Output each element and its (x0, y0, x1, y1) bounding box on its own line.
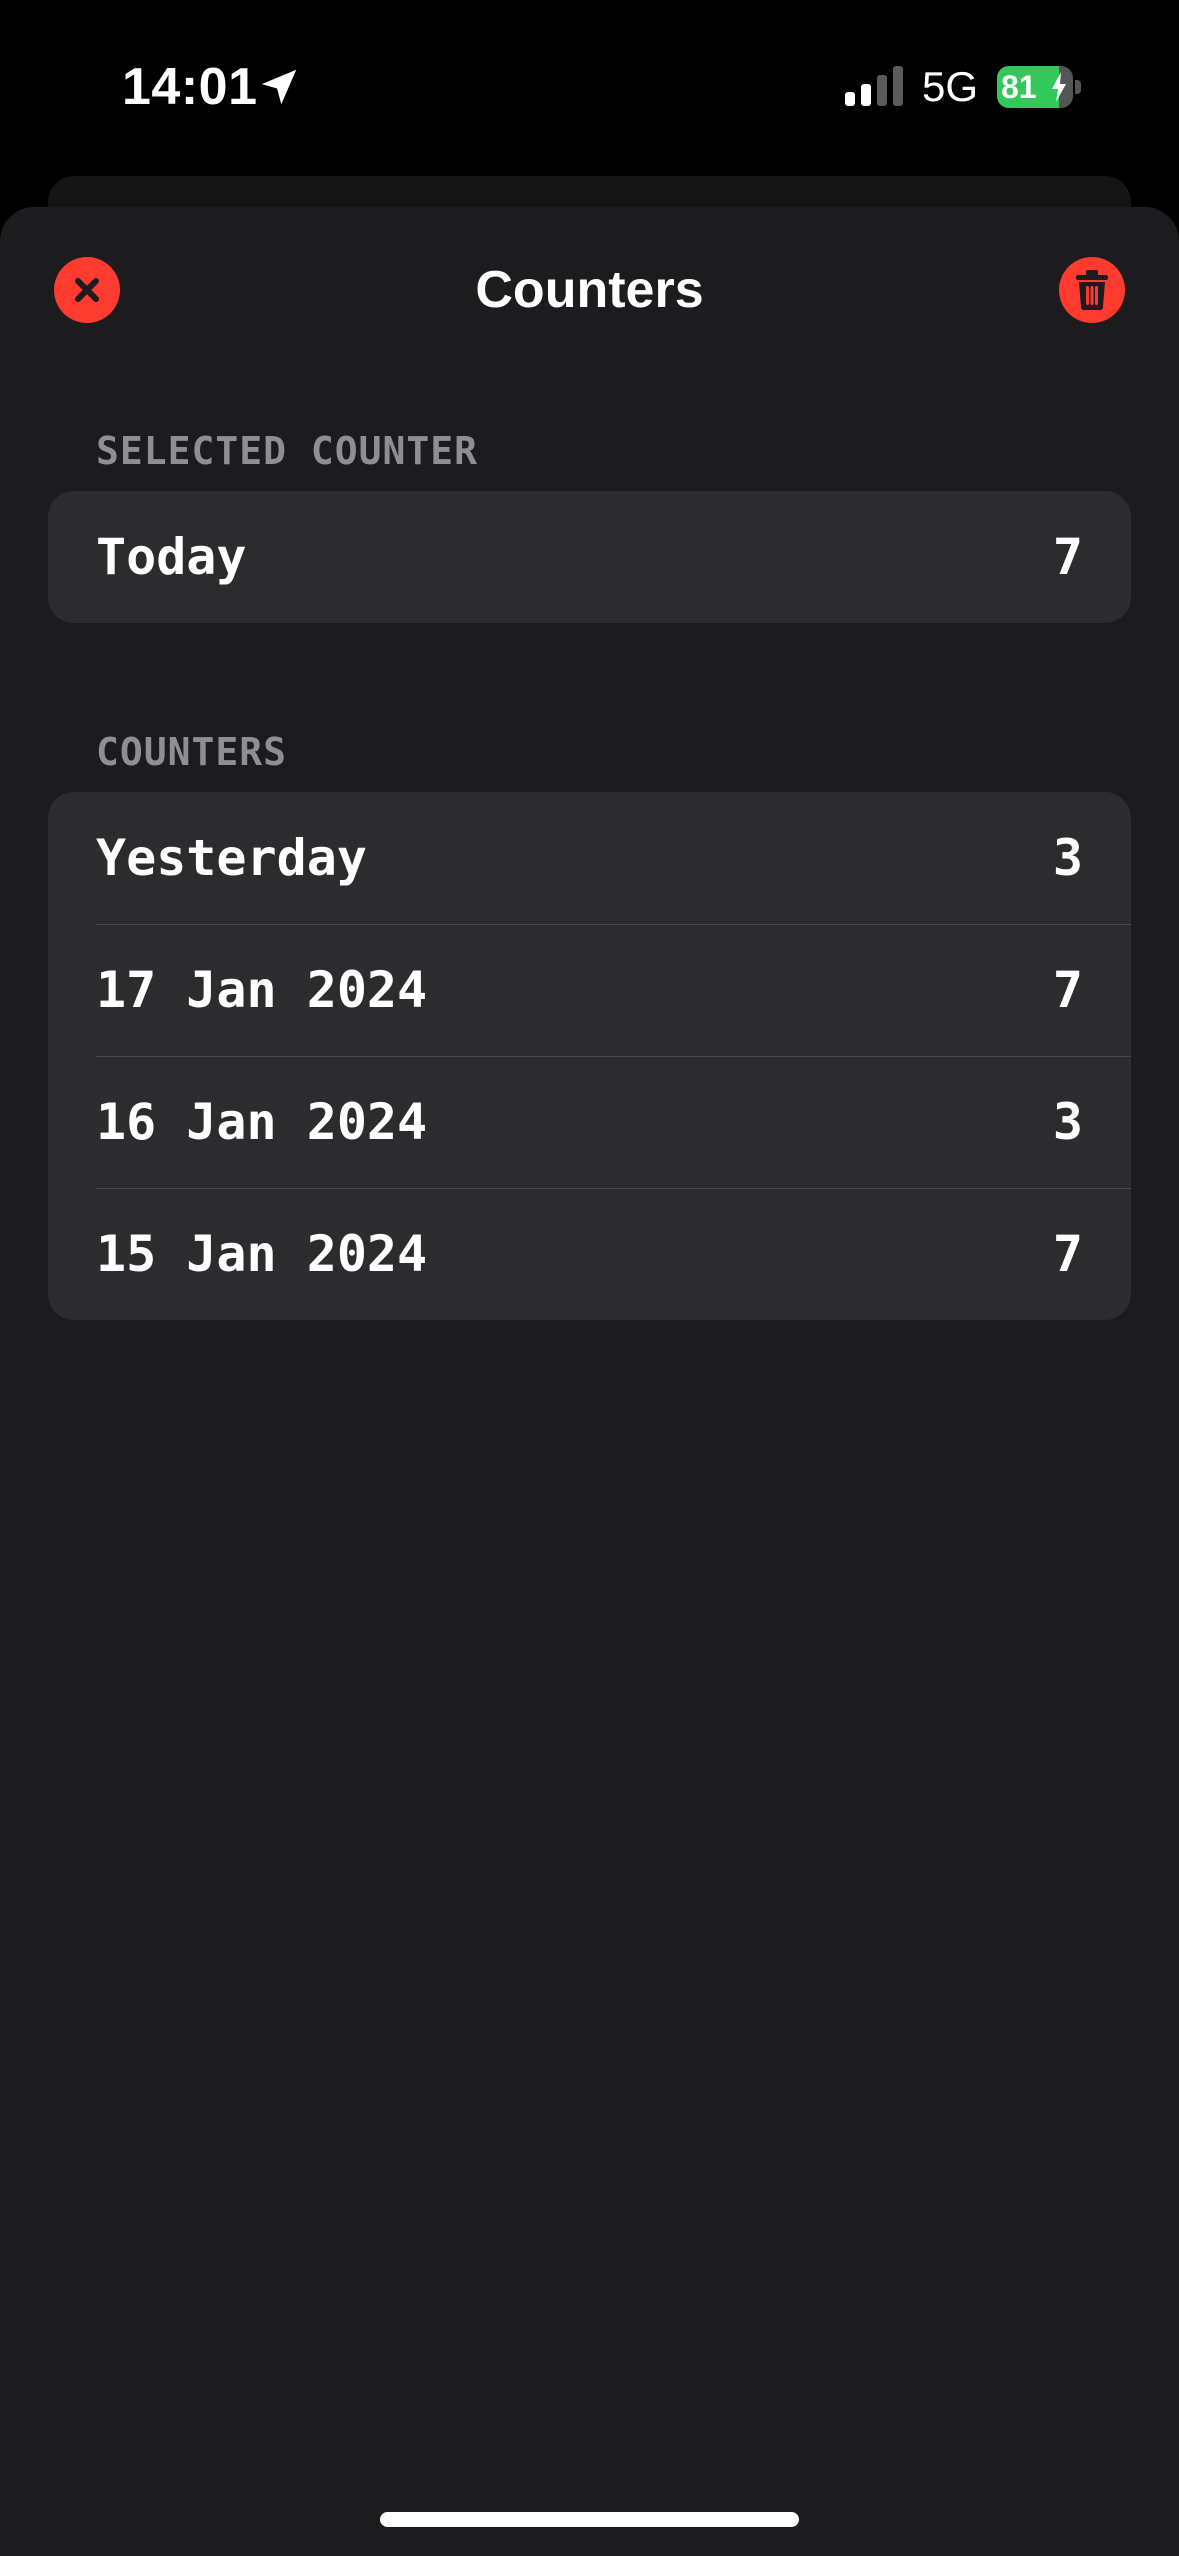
network-type-label: 5G (922, 63, 979, 110)
counter-count: 7 (1052, 1225, 1083, 1283)
selected-counter-header: SELECTED COUNTER (96, 429, 479, 473)
counter-label: 16 Jan 2024 (96, 1093, 428, 1151)
battery-cap (1075, 80, 1081, 94)
cellular-signal-icon (845, 66, 903, 106)
counter-row[interactable]: Yesterday 3 (48, 792, 1131, 924)
counter-count: 3 (1052, 829, 1083, 887)
home-indicator[interactable] (380, 2512, 799, 2527)
counters-header: COUNTERS (96, 730, 288, 774)
counter-row[interactable]: 16 Jan 2024 3 (48, 1056, 1131, 1188)
counter-row[interactable]: 17 Jan 2024 7 (48, 924, 1131, 1056)
counter-label: 15 Jan 2024 (96, 1225, 428, 1283)
counter-count: 3 (1052, 1093, 1083, 1151)
battery-charging-icon (1052, 72, 1066, 102)
battery-indicator: 81 (997, 66, 1083, 108)
counter-label: 17 Jan 2024 (96, 961, 428, 1019)
selected-counter-group: Today 7 (48, 491, 1131, 623)
counter-count: 7 (1052, 961, 1083, 1019)
selected-counter-row[interactable]: Today 7 (48, 491, 1131, 623)
battery-level-text: 81 (1001, 69, 1037, 105)
counters-sheet: Counters SELECTED COUNTER Today 7 COUNTE… (0, 207, 1179, 2556)
counter-label: Yesterday (96, 829, 367, 887)
trash-icon (1076, 270, 1108, 310)
sheet-title: Counters (475, 261, 704, 319)
selected-counter-label: Today (96, 528, 247, 586)
battery-body: 81 (997, 66, 1073, 108)
counter-row[interactable]: 15 Jan 2024 7 (48, 1188, 1131, 1320)
delete-button[interactable] (1059, 257, 1125, 323)
counters-list: Yesterday 3 17 Jan 2024 7 16 Jan 2024 3 … (48, 792, 1131, 1320)
location-arrow-icon (261, 69, 297, 105)
selected-counter-count: 7 (1052, 528, 1083, 586)
status-bar: 14:01 5G 81 (0, 0, 1179, 175)
status-time: 14:01 (122, 58, 258, 116)
